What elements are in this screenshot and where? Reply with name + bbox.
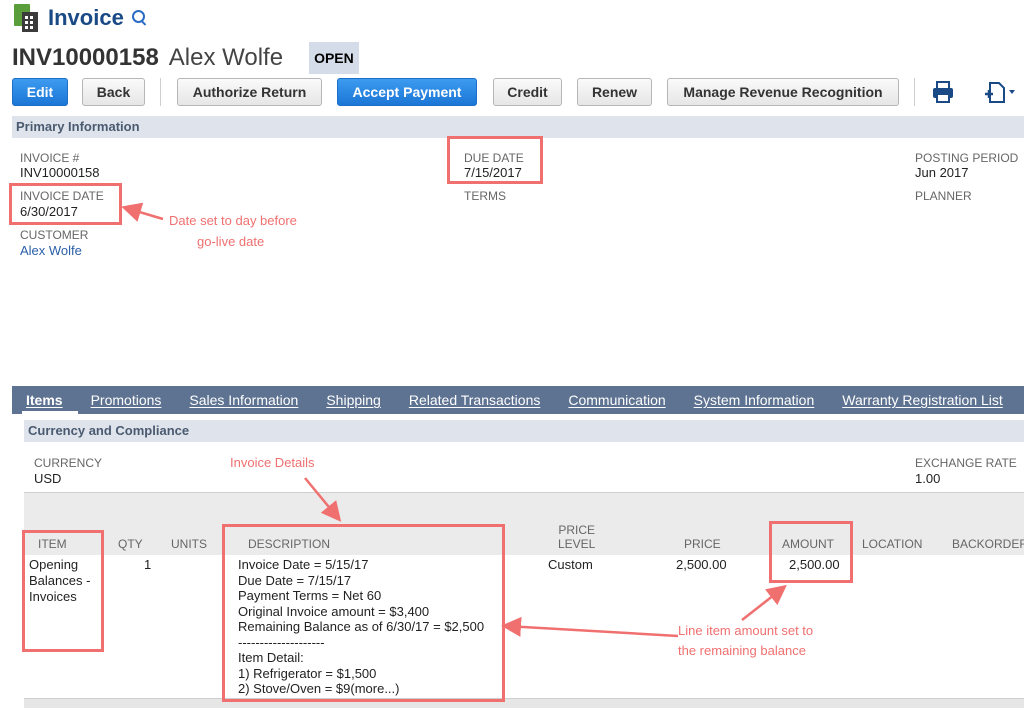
annotation-arrows: [121, 202, 787, 638]
